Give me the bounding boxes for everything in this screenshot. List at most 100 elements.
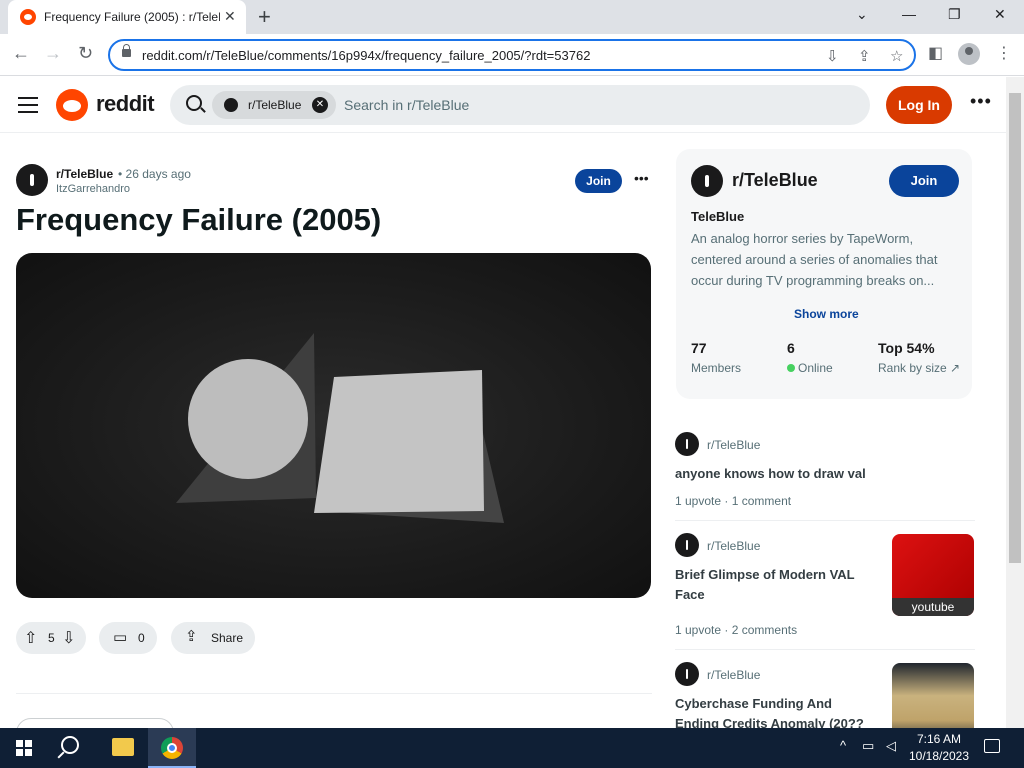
minimize-button[interactable]: — (902, 6, 916, 22)
browser-tab-active[interactable]: Frequency Failure (2005) : r/TeleBlue ✕ (8, 0, 246, 34)
downvote-icon[interactable]: ⇩ (62, 628, 75, 648)
volume-icon[interactable]: ◁ (886, 738, 896, 754)
close-window-button[interactable]: ✕ (994, 6, 1006, 23)
search-icon[interactable] (57, 736, 79, 759)
stat-rank[interactable]: Top 54% Rank by size ↗ (878, 340, 960, 375)
hamburger-menu-icon[interactable] (18, 97, 38, 113)
reddit-logo-icon[interactable] (56, 89, 88, 121)
login-button[interactable]: Log In (886, 86, 952, 124)
subreddit-avatar (675, 662, 699, 686)
clear-chip-icon[interactable]: ✕ (312, 97, 328, 113)
stat-online: 6 Online (787, 340, 833, 375)
related-post-title[interactable]: anyone knows how to draw val (675, 464, 866, 484)
chrome-menu-icon[interactable]: ⋮ (996, 43, 1012, 63)
community-join-button[interactable]: Join (889, 165, 959, 197)
community-description: An analog horror series by TapeWorm, cen… (691, 231, 938, 288)
tab-search-icon[interactable]: ⌄ (856, 6, 868, 23)
search-chip-label: r/TeleBlue (248, 98, 302, 112)
square-shape (314, 370, 484, 513)
related-post-subreddit[interactable]: r/TeleBlue (707, 438, 760, 452)
address-bar[interactable]: reddit.com/r/TeleBlue/comments/16p994x/f… (108, 39, 916, 71)
show-hidden-icons-icon[interactable]: ^ (840, 738, 846, 753)
share-label: Share (211, 631, 244, 645)
search-input[interactable]: Search in r/TeleBlue (344, 97, 469, 113)
network-icon[interactable]: ▭ (862, 738, 874, 754)
side-panel-icon[interactable]: ◧ (928, 43, 943, 63)
subreddit-avatar[interactable] (16, 164, 48, 196)
reload-icon[interactable]: ↻ (78, 43, 93, 64)
related-post-title[interactable]: Brief Glimpse of Modern VAL Face (675, 565, 875, 605)
circle-shape (188, 359, 308, 479)
tab-close-icon[interactable]: ✕ (224, 8, 236, 25)
related-post-subreddit[interactable]: r/TeleBlue (707, 539, 760, 553)
notifications-icon[interactable] (984, 739, 1000, 753)
divider (675, 520, 975, 521)
post-subreddit-link[interactable]: r/TeleBlue (56, 167, 113, 181)
show-more-button[interactable]: Show more (794, 307, 859, 321)
post-timestamp: • 26 days ago (118, 167, 191, 181)
forward-arrow-icon[interactable]: → (44, 43, 62, 64)
comment-count: 2 comments (731, 623, 798, 637)
community-info-card: r/TeleBlue Join TeleBlue An analog horro… (676, 149, 972, 399)
search-bar[interactable]: r/TeleBlue ✕ Search in r/TeleBlue (170, 85, 870, 125)
divider (675, 649, 975, 650)
reddit-wordmark[interactable]: reddit (96, 91, 155, 117)
bookmark-star-icon[interactable]: ☆ (890, 47, 903, 65)
search-icon (186, 95, 202, 111)
post-author-link[interactable]: ItzGarrehandro (56, 183, 130, 195)
stat-value: 77 (691, 340, 707, 356)
related-post-thumbnail[interactable]: youtube (892, 534, 974, 616)
clock-time: 7:16 AM (916, 732, 962, 746)
upvote-icon[interactable]: ⇧ (24, 628, 37, 648)
share-button[interactable]: ⇪ Share (171, 622, 255, 654)
more-options-icon[interactable]: ••• (970, 91, 992, 112)
profile-avatar-icon[interactable] (958, 43, 980, 65)
taskbar-clock[interactable]: 7:16 AM 10/18/2023 (908, 731, 970, 765)
post-media-image[interactable] (16, 253, 651, 598)
related-post-thumbnail[interactable] (892, 663, 974, 728)
related-post[interactable]: r/TeleBlue Cyberchase Funding And Ending… (675, 662, 975, 728)
browser-title-bar: Frequency Failure (2005) : r/TeleBlue ✕ … (0, 0, 1024, 34)
comment-count: 1 comment (731, 494, 792, 508)
back-arrow-icon[interactable]: ← (12, 43, 30, 64)
stat-label-row: Rank by size ↗ (878, 361, 960, 375)
post-more-icon[interactable]: ••• (634, 170, 649, 186)
new-tab-button[interactable]: + (258, 4, 271, 30)
chrome-icon (161, 737, 183, 759)
stat-label-row: Online (787, 361, 833, 375)
vote-count: 5 (48, 631, 55, 645)
community-title: TeleBlue (691, 209, 745, 224)
related-post[interactable]: r/TeleBlue Brief Glimpse of Modern VAL F… (675, 533, 975, 643)
url-text[interactable]: reddit.com/r/TeleBlue/comments/16p994x/f… (142, 48, 590, 63)
related-post-subreddit[interactable]: r/TeleBlue (707, 668, 760, 682)
stat-label: Rank by size (878, 361, 947, 375)
windows-start-icon[interactable] (16, 740, 32, 756)
community-avatar[interactable] (691, 165, 723, 197)
file-explorer-icon[interactable] (112, 738, 134, 756)
online-dot-icon (787, 364, 795, 372)
comments-button[interactable]: ▭ 0 (99, 622, 157, 654)
restore-button[interactable]: ❐ (948, 6, 961, 23)
subreddit-avatar (675, 432, 699, 456)
lock-icon[interactable] (122, 44, 131, 57)
clock-date: 10/18/2023 (908, 749, 970, 763)
stat-label: Online (798, 361, 833, 375)
scrollbar-thumb[interactable] (1009, 93, 1021, 563)
share-page-icon[interactable]: ⇪ (858, 47, 871, 65)
chrome-taskbar-button[interactable] (148, 728, 196, 768)
subreddit-avatar (675, 533, 699, 557)
install-app-icon[interactable]: ⇩ (826, 47, 839, 65)
subreddit-avatar-icon (224, 98, 238, 112)
upvote-count: 1 upvote (675, 623, 722, 637)
related-post[interactable]: r/TeleBlue anyone knows how to draw val … (675, 432, 975, 512)
related-post-meta: 1 upvote · 2 comments (675, 623, 798, 637)
community-name[interactable]: r/TeleBlue (732, 170, 818, 191)
related-post-title[interactable]: Cyberchase Funding And Ending Credits An… (675, 694, 875, 728)
external-link-icon: ↗ (950, 361, 961, 375)
page-scrollbar[interactable] (1006, 77, 1024, 728)
post-join-button[interactable]: Join (575, 169, 622, 193)
windows-taskbar: ^ ▭ ◁ 7:16 AM 10/18/2023 (0, 728, 1024, 768)
reddit-favicon-icon (20, 9, 36, 25)
comment-count: 0 (138, 631, 145, 645)
upvote-count: 1 upvote (675, 494, 722, 508)
